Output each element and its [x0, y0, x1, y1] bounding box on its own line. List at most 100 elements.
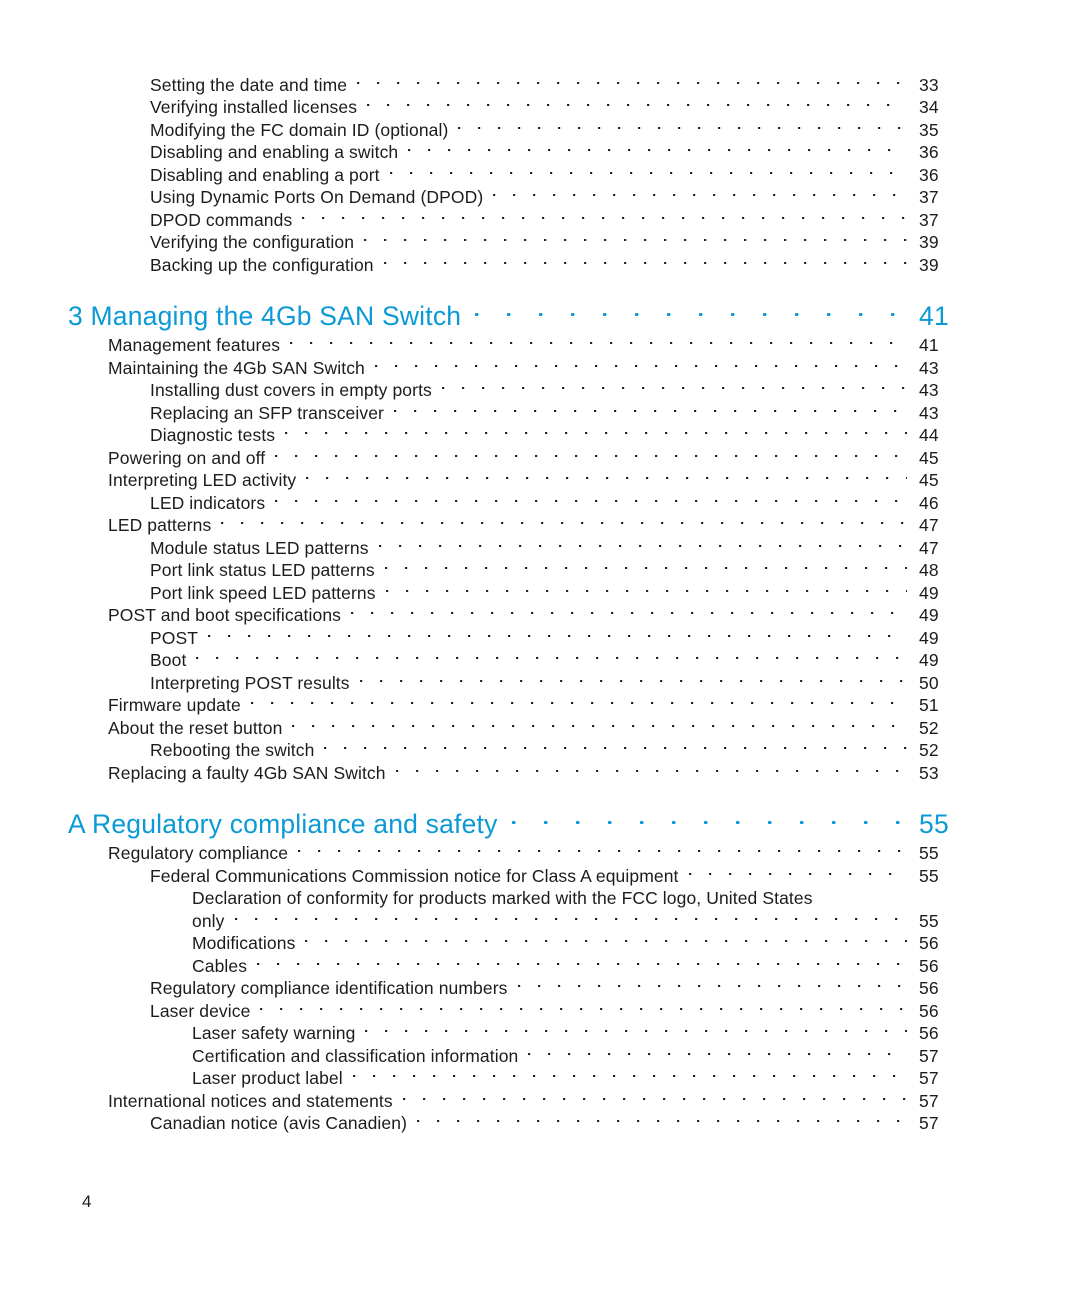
- toc-entry-page-number: 33: [919, 74, 939, 95]
- dot-leader: [441, 374, 907, 397]
- dot-leader: [305, 927, 907, 950]
- toc-entry-page-number: 56: [919, 955, 939, 976]
- toc-entry-title: Firmware update: [108, 695, 241, 715]
- toc-entry-page-number: 57: [919, 1090, 939, 1111]
- toc-entry-title: only: [192, 910, 225, 931]
- toc-entry-title: Laser product label: [192, 1068, 343, 1088]
- toc-entry-page-number: 49: [919, 650, 939, 670]
- dot-leader: [528, 1039, 907, 1062]
- dot-leader: [365, 1017, 907, 1040]
- toc-entry-page-number: 56: [919, 933, 939, 953]
- dot-leader: [374, 351, 907, 374]
- toc-entry-title: About the reset button: [108, 717, 283, 738]
- dot-leader: [384, 554, 907, 577]
- toc-chapter-heading[interactable]: A Regulatory compliance and safety 55: [0, 799, 1080, 839]
- dot-leader: [221, 509, 907, 532]
- dot-leader: [234, 904, 907, 927]
- toc-entry-title: Disabling and enabling a switch: [150, 142, 399, 162]
- chapter-dot-leader: [475, 291, 907, 325]
- dot-leader: [393, 396, 907, 419]
- dot-leader: [395, 756, 907, 779]
- toc-entry-page-number: 57: [919, 1045, 939, 1066]
- toc-entry-title: DPOD commands: [150, 209, 293, 230]
- dot-leader: [302, 203, 907, 226]
- toc-entry-page-number: 56: [919, 978, 939, 998]
- toc-entry-title: Backing up the configuration: [150, 254, 374, 275]
- toc-entry-page-number: 55: [919, 910, 939, 931]
- chapter-dot-leader: [511, 799, 907, 833]
- toc-entry-page-number: 36: [919, 164, 939, 185]
- toc-entry-page-number: 50: [919, 672, 939, 693]
- dot-leader: [324, 734, 907, 757]
- dot-leader: [352, 1062, 907, 1085]
- dot-leader: [378, 531, 907, 554]
- dot-leader: [367, 91, 907, 114]
- toc-entry[interactable]: only 55: [0, 904, 1080, 931]
- dot-leader: [275, 486, 907, 509]
- dot-leader: [823, 882, 907, 905]
- dot-leader: [260, 994, 907, 1017]
- dot-leader: [359, 666, 907, 689]
- dot-leader: [275, 441, 907, 464]
- toc-entry-page-number: 56: [919, 1023, 939, 1043]
- document-page: Setting the date and time 33 Verifying ins…: [0, 0, 1080, 1296]
- dot-leader: [417, 1107, 907, 1130]
- toc-entry-title: Port link status LED patterns: [150, 560, 375, 580]
- toc-entry-page-number: 56: [919, 1000, 939, 1021]
- dot-leader: [517, 972, 907, 995]
- toc-entry-page-number: 57: [919, 1113, 939, 1133]
- dot-leader: [250, 689, 907, 712]
- toc-entry-page-number: 52: [919, 717, 939, 738]
- toc-chapter-title: A Regulatory compliance and safety: [68, 808, 498, 839]
- toc-entry-title: Boot: [150, 650, 187, 670]
- toc-entry-title: Powering on and off: [108, 447, 266, 468]
- toc-chapter-heading[interactable]: 3 Managing the 4Gb SAN Switch 41: [0, 291, 1080, 331]
- toc-entry-page-number: 37: [919, 209, 939, 230]
- dot-leader: [458, 113, 907, 136]
- dot-leader: [383, 248, 907, 271]
- toc-entry[interactable]: Setting the date and time 33: [0, 68, 1080, 95]
- page-folio: 4: [82, 1192, 92, 1211]
- table-of-contents: Setting the date and time 33 Verifying ins…: [0, 68, 1080, 1134]
- toc-entry-page-number: 55: [919, 865, 939, 886]
- dot-leader: [493, 181, 907, 204]
- toc-entry-page-number: 41: [919, 335, 939, 355]
- toc-entry-page-number: 46: [919, 492, 939, 513]
- toc-chapter-title: 3 Managing the 4Gb SAN Switch: [68, 300, 462, 331]
- toc-entry-page-number: 43: [919, 357, 939, 378]
- toc-entry-title: Maintaining the 4Gb SAN Switch: [108, 357, 365, 378]
- toc-entry-title: Management features: [108, 335, 281, 355]
- toc-entry-title: Diagnostic tests: [150, 425, 276, 445]
- toc-entry-title: Laser device: [150, 1000, 251, 1021]
- toc-entry-page-number: 47: [919, 515, 939, 535]
- toc-entry-page-number: 35: [919, 119, 939, 140]
- toc-entry-title: Laser safety warning: [192, 1023, 356, 1043]
- toc-entry-page-number: 52: [919, 740, 939, 760]
- toc-entry-page-number: 57: [919, 1068, 939, 1088]
- toc-entry-page-number: 47: [919, 537, 939, 558]
- toc-entry-title: Setting the date and time: [150, 74, 348, 95]
- toc-entry-page-number: 48: [919, 560, 939, 580]
- toc-entry-title: Regulatory compliance: [108, 843, 289, 863]
- dot-leader: [364, 226, 907, 249]
- dot-leader: [196, 644, 907, 667]
- toc-entry-page-number: 43: [919, 402, 939, 423]
- dot-leader: [688, 859, 907, 882]
- toc-entry-page-number: 49: [919, 627, 939, 648]
- toc-chapter-page-number: 41: [919, 300, 949, 331]
- dot-leader: [292, 711, 907, 734]
- toc-entry-page-number: 39: [919, 254, 939, 275]
- toc-chapter-page-number: 55: [919, 808, 949, 839]
- dot-leader: [298, 837, 907, 860]
- dot-leader: [351, 599, 907, 622]
- dot-leader: [257, 949, 907, 972]
- toc-entry-page-number: 49: [919, 605, 939, 625]
- toc-entry-title: Module status LED patterns: [150, 537, 369, 558]
- toc-entry-title: Federal Communications Commission notice…: [150, 865, 679, 886]
- toc-entry-page-number: 37: [919, 187, 939, 207]
- dot-leader: [306, 464, 907, 487]
- toc-entry-page-number: 44: [919, 425, 939, 445]
- dot-leader: [290, 329, 907, 352]
- toc-entry-page-number: 45: [919, 470, 939, 490]
- toc-entry-title: Rebooting the switch: [150, 740, 315, 760]
